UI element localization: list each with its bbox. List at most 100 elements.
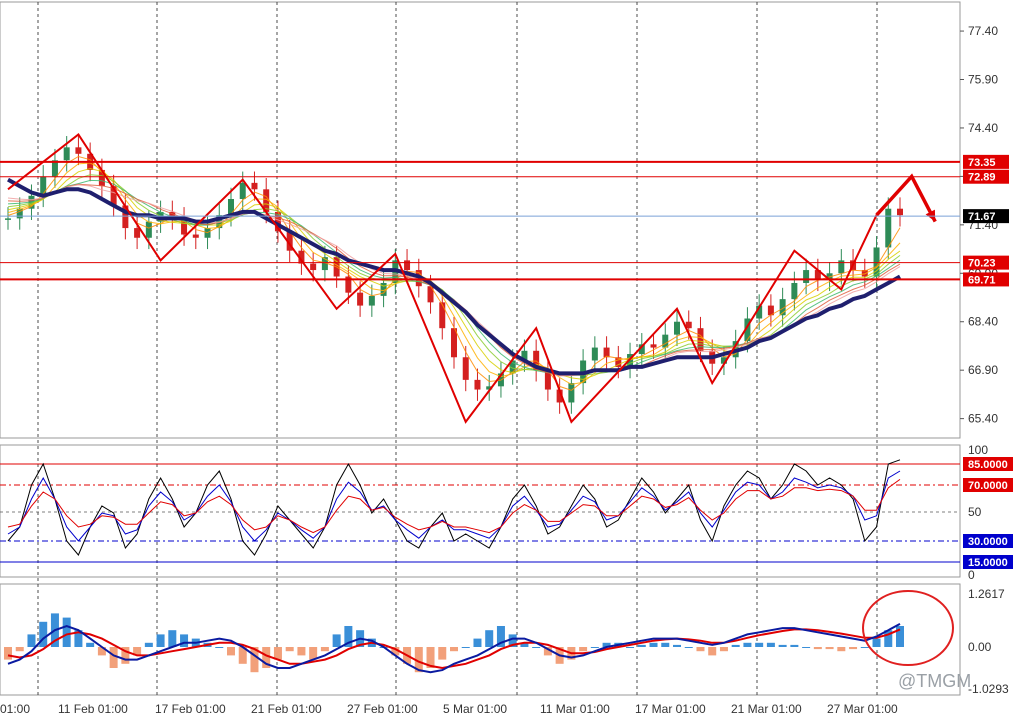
rsi-level-badge-text: 85.0000 bbox=[968, 459, 1008, 471]
chart-svg: 01:00 11 Feb 01:00 17 Feb 01:00 21 Feb 01:0… bbox=[0, 1, 1013, 716]
candle-body bbox=[474, 379, 481, 390]
y-tick-label: 74.40 bbox=[968, 121, 998, 135]
macd-histogram-bar bbox=[661, 642, 670, 647]
x-tick-label: 01:00 bbox=[0, 702, 30, 716]
price-level-badge-text: 70.23 bbox=[968, 258, 996, 270]
candle-body bbox=[40, 176, 47, 196]
macd-histogram-bar bbox=[579, 647, 588, 652]
macd-histogram-bar bbox=[825, 647, 834, 650]
macd-y-tick-label: 1.2617 bbox=[968, 587, 1005, 601]
candle-body bbox=[897, 208, 903, 216]
candle-body bbox=[885, 208, 892, 248]
x-tick-label: 27 Feb 01:00 bbox=[347, 702, 418, 716]
y-tick-label: 77.40 bbox=[968, 24, 998, 38]
macd-histogram-bar bbox=[215, 647, 224, 648]
macd-histogram-bar bbox=[4, 647, 12, 660]
candle-body bbox=[134, 228, 141, 238]
macd-histogram-bar bbox=[708, 647, 717, 656]
macd-histogram-bar bbox=[320, 647, 329, 652]
macd-y-tick-label: -1.0293 bbox=[968, 682, 1009, 696]
candle-body bbox=[145, 221, 152, 238]
candle-body bbox=[803, 270, 810, 283]
macd-histogram-bar bbox=[860, 647, 869, 648]
x-tick-label: 17 Feb 01:00 bbox=[155, 702, 226, 716]
macd-histogram-bar bbox=[450, 647, 458, 652]
macd-histogram-bar bbox=[649, 642, 658, 647]
macd-histogram-bar bbox=[168, 630, 177, 647]
rsi-level-badge-text: 15.0000 bbox=[968, 557, 1008, 569]
macd-histogram-bar bbox=[180, 634, 189, 647]
candle-body bbox=[310, 263, 317, 271]
rsi-level-badge-text: 30.0000 bbox=[968, 536, 1008, 548]
macd-histogram-bar bbox=[156, 634, 165, 647]
x-tick-label: 17 Mar 01:00 bbox=[635, 702, 706, 716]
price-level-badge-text: 69.71 bbox=[968, 274, 996, 286]
macd-histogram-bar bbox=[673, 644, 681, 647]
macd-histogram-bar bbox=[27, 634, 36, 647]
macd-histogram-bar bbox=[637, 644, 646, 647]
macd-histogram-bar bbox=[332, 634, 341, 647]
rsi-y-tick-label: 100 bbox=[968, 443, 988, 457]
y-tick-label: 75.90 bbox=[968, 73, 998, 87]
price-level-badge-text: 71.67 bbox=[968, 211, 996, 223]
candle-body bbox=[591, 347, 598, 361]
y-tick-label: 66.90 bbox=[968, 363, 998, 377]
macd-histogram-bar bbox=[62, 617, 71, 647]
rsi-y-tick-label: 0 bbox=[968, 568, 975, 582]
macd-histogram-bar bbox=[896, 625, 904, 647]
rsi-slow-line bbox=[7, 470, 901, 542]
panel-frame-1 bbox=[0, 444, 961, 578]
candle-body bbox=[439, 302, 446, 329]
rsi-y-tick-label: 50 bbox=[968, 505, 982, 519]
macd-histogram-bar bbox=[790, 644, 799, 647]
candle-body bbox=[63, 147, 70, 161]
macd-histogram-bar bbox=[590, 647, 599, 648]
candle-body bbox=[368, 295, 375, 306]
candle-body bbox=[791, 282, 798, 300]
macd-histogram-bar bbox=[39, 621, 48, 647]
candle-body bbox=[404, 260, 411, 271]
rsi-panel bbox=[0, 459, 960, 563]
macd-histogram-bar bbox=[743, 642, 752, 647]
candle-body bbox=[239, 182, 246, 200]
macd-histogram-bar bbox=[297, 647, 306, 656]
macd-histogram-bar bbox=[461, 647, 470, 648]
macd-histogram-bar bbox=[778, 644, 787, 647]
macd-histogram-bar bbox=[285, 647, 294, 652]
panel-frame-0 bbox=[0, 1, 961, 439]
candle-body bbox=[462, 357, 469, 380]
macd-histogram-bar bbox=[684, 647, 693, 648]
macd-histogram-bar bbox=[144, 642, 153, 647]
watermark-text: @TMGM bbox=[898, 671, 971, 691]
rsi-signal-line bbox=[7, 478, 901, 534]
watermark: @TMGM bbox=[898, 671, 971, 691]
axes-layer: 01:00 11 Feb 01:00 17 Feb 01:00 21 Feb 01:0… bbox=[0, 24, 1013, 716]
price-level-badge-text: 73.35 bbox=[968, 157, 996, 169]
macd-histogram-bar bbox=[485, 630, 494, 647]
macd-histogram-bar bbox=[473, 638, 482, 647]
y-tick-label: 68.40 bbox=[968, 315, 998, 329]
candle-body bbox=[75, 147, 82, 154]
candle-body bbox=[697, 328, 704, 351]
macd-y-tick-label: 0.00 bbox=[968, 640, 992, 654]
zigzag-line bbox=[7, 132, 878, 424]
candle-body bbox=[5, 218, 11, 220]
macd-histogram-bar bbox=[755, 642, 764, 647]
x-tick-label: 21 Mar 01:00 bbox=[731, 702, 802, 716]
candle-body bbox=[357, 292, 364, 306]
candle-body bbox=[650, 344, 657, 348]
macd-histogram-bar bbox=[766, 642, 775, 647]
rsi-level-badge-text: 70.0000 bbox=[968, 480, 1008, 492]
macd-histogram-bar bbox=[696, 647, 705, 652]
macd-highlight-circle bbox=[862, 590, 954, 666]
candle-body bbox=[568, 383, 575, 403]
x-tick-label: 11 Mar 01:00 bbox=[540, 702, 610, 716]
macd-histogram-bar bbox=[86, 642, 95, 647]
macd-histogram-bar bbox=[626, 647, 635, 648]
x-tick-label: 5 Mar 01:00 bbox=[443, 702, 507, 716]
macd-histogram-bar bbox=[719, 647, 728, 652]
macd-panel bbox=[4, 590, 954, 674]
macd-histogram-bar bbox=[15, 647, 24, 652]
macd-histogram-bar bbox=[813, 647, 822, 650]
macd-histogram-bar bbox=[731, 644, 740, 647]
